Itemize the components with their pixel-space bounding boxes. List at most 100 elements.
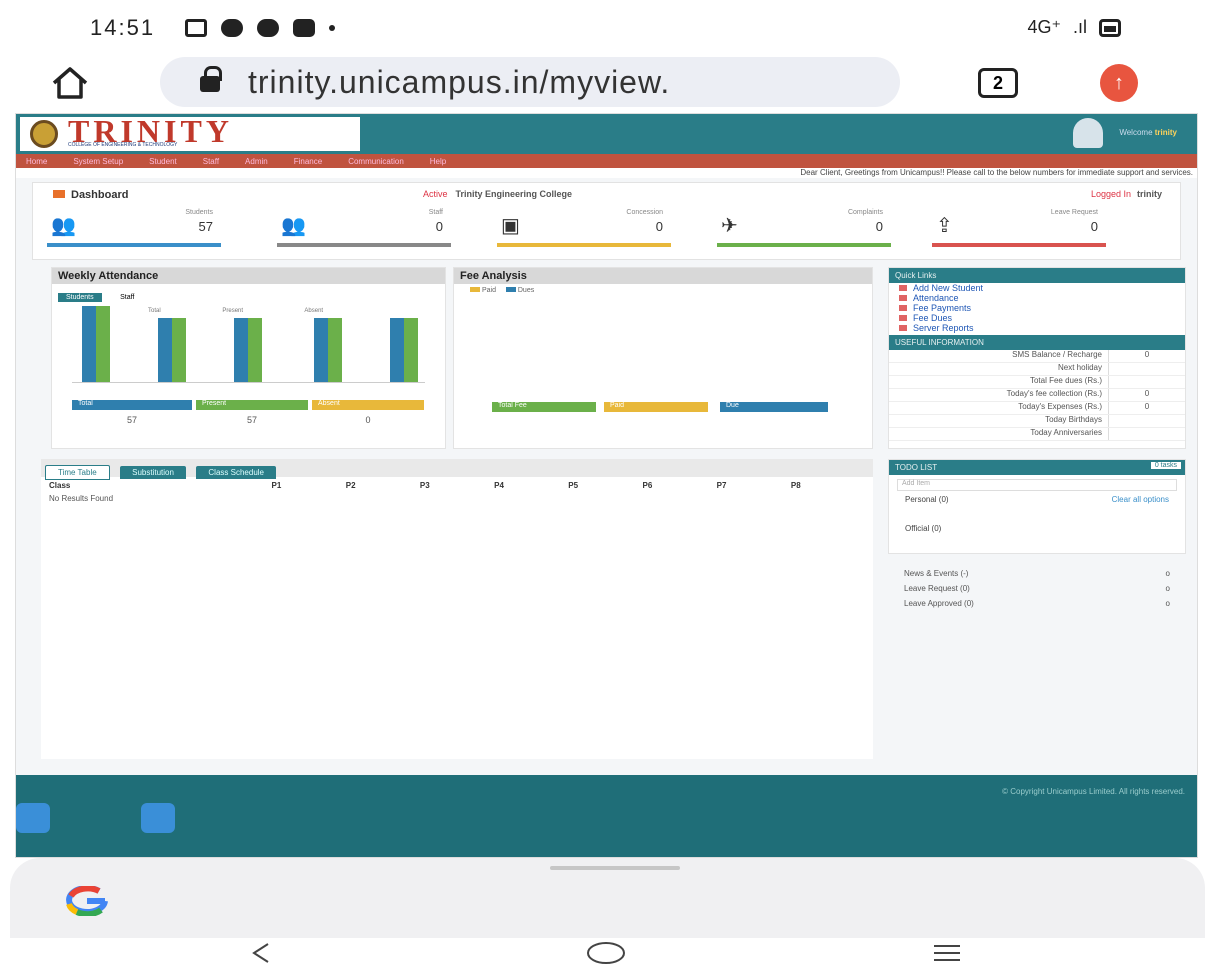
bar-1b <box>96 306 110 382</box>
dashboard-title: Dashboard <box>53 189 128 201</box>
quick-link-fee-dues[interactable]: Fee Dues <box>889 313 1185 323</box>
nav-help[interactable]: Help <box>430 157 446 166</box>
stat-concession[interactable]: ▣ Concession 0 <box>493 209 671 249</box>
nav-finance[interactable]: Finance <box>294 157 322 166</box>
info-row: Total Fee dues (Rs.) <box>889 376 1185 389</box>
attendance-legend: Total Present Absent <box>148 308 323 314</box>
notification-icon <box>185 18 208 37</box>
recents-icon[interactable] <box>932 940 962 966</box>
url-text: trinity.unicampus.in/myview. <box>248 63 671 100</box>
legend-paid-swatch <box>470 287 480 292</box>
quick-links-panel: Quick Links Add New Student Attendance F… <box>888 267 1186 449</box>
info-row: Today Birthdays <box>889 415 1185 428</box>
announcement-marquee: Dear Client, Greetings from Unicampus!! … <box>16 168 1197 178</box>
count-present-value: 57 <box>246 415 257 425</box>
address-bar[interactable]: trinity.unicampus.in/myview. <box>160 57 900 107</box>
stat-staff[interactable]: 👥 Staff 0 <box>273 209 451 249</box>
logo-text: TRINITY <box>68 113 233 149</box>
quick-link-fee-payments[interactable]: Fee Payments <box>889 303 1185 313</box>
useful-info-title: USEFUL INFORMATION <box>889 335 1185 350</box>
back-icon[interactable] <box>248 940 274 966</box>
nav-communication[interactable]: Communication <box>348 157 404 166</box>
quick-links-title: Quick Links <box>889 268 1185 283</box>
sheet-handle[interactable] <box>550 866 680 870</box>
dashboard-summary: Dashboard Active Trinity Engineering Coll… <box>32 182 1181 260</box>
quick-link-attendance[interactable]: Attendance <box>889 293 1185 303</box>
stat-complaints[interactable]: ✈ Complaints 0 <box>713 209 891 249</box>
tab-staff[interactable]: Staff <box>112 293 142 302</box>
logged-in-user: Logged In trinity <box>1090 189 1162 199</box>
youtube-icon <box>293 18 316 37</box>
quick-link-add-student[interactable]: Add New Student <box>889 283 1185 293</box>
due-button[interactable]: Due <box>720 402 828 412</box>
weekly-attendance-panel: Weekly Attendance Students Staff Total P… <box>51 267 446 449</box>
college-seal-icon <box>30 120 58 148</box>
todo-official[interactable]: Official (0) <box>889 504 1185 533</box>
network-type: 4G⁺ <box>1027 17 1061 37</box>
todo-add-input[interactable]: Add Item <box>897 479 1177 491</box>
staff-icon: 👥 <box>281 215 306 237</box>
todo-personal[interactable]: Personal (0) <box>905 495 949 504</box>
tab-switcher-button[interactable]: 2 <box>978 68 1018 98</box>
todo-panel: TODO LIST 0 tasks Add Item Personal (0) … <box>888 459 1186 554</box>
students-icon: 👥 <box>51 215 76 237</box>
site-footer: © Copyright Unicampus Limited. All right… <box>16 775 1197 857</box>
info-row: SMS Balance / Recharge 0 <box>889 350 1185 363</box>
nav-student[interactable]: Student <box>149 157 177 166</box>
floating-widget-right[interactable] <box>141 803 175 833</box>
total-fee-button[interactable]: Total Fee <box>492 402 596 412</box>
user-avatar-icon <box>1073 118 1104 148</box>
home-circle-icon[interactable] <box>586 940 626 966</box>
bar-1 <box>82 306 96 382</box>
webpage: TRINITY COLLEGE OF ENGINEERING & TECHNOL… <box>15 113 1198 858</box>
quick-link-server-reports[interactable]: Server Reports <box>889 323 1185 333</box>
timetable-empty: No Results Found <box>49 494 114 503</box>
side-list: News & Events (-) o Leave Request (0) o Le… <box>888 566 1186 611</box>
user-area[interactable]: Welcome trinity <box>1073 118 1177 148</box>
tab-class-schedule[interactable]: Class Schedule <box>196 466 276 479</box>
nav-admin[interactable]: Admin <box>245 157 268 166</box>
fee-legend: Paid Dues <box>454 284 872 297</box>
bar-2 <box>158 318 172 382</box>
tab-students[interactable]: Students <box>58 293 102 302</box>
stat-leave-request[interactable]: ⇪ Leave Request 0 <box>928 209 1106 249</box>
side-news-events[interactable]: News & Events (-) o <box>888 566 1186 581</box>
side-leave-request[interactable]: Leave Request (0) o <box>888 581 1186 596</box>
site-header: TRINITY COLLEGE OF ENGINEERING & TECHNOL… <box>16 114 1197 154</box>
messenger-icon <box>257 18 280 37</box>
info-row: Next holiday <box>889 363 1185 376</box>
bar-3 <box>234 318 248 382</box>
nav-system-setup[interactable]: System Setup <box>73 157 123 166</box>
stat-students[interactable]: 👥 Students 57 <box>43 209 221 249</box>
bar-4 <box>314 318 328 382</box>
bar-5 <box>390 318 404 382</box>
nav-home[interactable]: Home <box>26 157 47 166</box>
college-logo[interactable]: TRINITY COLLEGE OF ENGINEERING & TECHNOL… <box>20 113 360 151</box>
side-leave-approved[interactable]: Leave Approved (0) o <box>888 596 1186 611</box>
battery-icon <box>1099 18 1121 37</box>
timetable-panel: Time Table Substitution Class Schedule C… <box>41 459 873 759</box>
google-icon[interactable] <box>65 886 109 916</box>
legend-dues: Dues <box>517 287 535 294</box>
tab-substitution[interactable]: Substitution <box>120 466 186 479</box>
browser-bottom-sheet <box>10 858 1205 938</box>
welcome-label: Welcome <box>1119 128 1153 137</box>
bar-2b <box>172 318 186 382</box>
nav-staff[interactable]: Staff <box>203 157 219 166</box>
tab-time-table[interactable]: Time Table <box>45 465 110 480</box>
weekly-attendance-title: Weekly Attendance <box>52 268 445 284</box>
floating-widget-left[interactable] <box>16 803 50 833</box>
browser-toolbar: trinity.unicampus.in/myview. 2 ↑ <box>0 55 1211 110</box>
update-icon[interactable]: ↑ <box>1100 64 1138 102</box>
attendance-baseline <box>72 382 425 383</box>
fee-analysis-panel: Fee Analysis Paid Dues Total Fee Paid Du… <box>453 267 873 449</box>
todo-clear-link[interactable]: Clear all options <box>1112 495 1169 504</box>
paid-button[interactable]: Paid <box>604 402 708 412</box>
home-icon[interactable] <box>50 65 90 101</box>
more-dot-icon <box>329 24 336 31</box>
legend-dues-swatch <box>505 287 516 292</box>
todo-title: TODO LIST 0 tasks <box>889 460 1185 475</box>
fee-analysis-title: Fee Analysis <box>454 268 872 284</box>
count-absent-header: Absent <box>312 400 424 410</box>
legend-absent: Absent <box>304 308 324 314</box>
